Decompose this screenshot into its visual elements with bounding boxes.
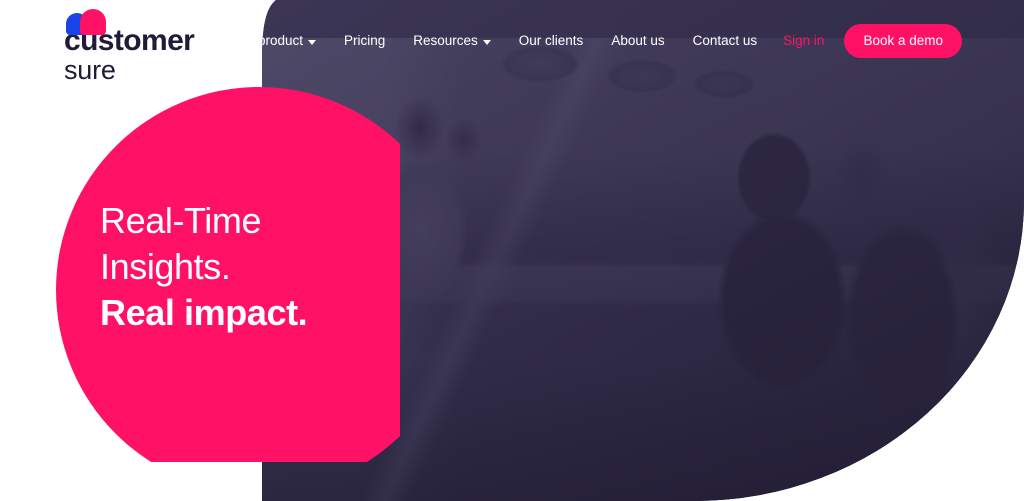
nav-item-pricing[interactable]: Pricing: [330, 34, 399, 48]
hero-section: customer sure Our product Pricing Resour…: [0, 0, 1024, 501]
headline-line-3: Real impact.: [100, 292, 308, 333]
chevron-down-icon: [307, 39, 316, 45]
nav-label: Resources: [413, 33, 478, 49]
nav-item-our-product[interactable]: Our product: [218, 34, 330, 48]
nav-label: Pricing: [343, 33, 386, 49]
nav-label: Contact us: [692, 33, 758, 49]
book-a-demo-button[interactable]: Book a demo: [844, 24, 962, 58]
nav-item-contact-us[interactable]: Contact us: [679, 34, 772, 48]
headline-line-1: Real-Time: [100, 200, 262, 241]
primary-navigation: Our product Pricing Resources Our client…: [218, 24, 962, 58]
logo-pink-shape-icon: [80, 9, 106, 35]
nav-item-about-us[interactable]: About us: [597, 34, 678, 48]
nav-label: Our clients: [518, 33, 584, 49]
nav-item-sign-in[interactable]: Sign in: [771, 34, 836, 48]
hero-headline: Real-Time Insights. Real impact.: [100, 198, 400, 336]
nav-label: Sign in: [783, 33, 825, 49]
logo-wordmark-line2: sure: [64, 54, 116, 85]
headline-line-2: Insights.: [100, 246, 231, 287]
nav-item-resources[interactable]: Resources: [399, 34, 505, 48]
nav-label: Our product: [231, 33, 303, 49]
chevron-down-icon: [482, 39, 491, 45]
nav-item-our-clients[interactable]: Our clients: [505, 34, 598, 48]
nav-label: About us: [611, 33, 665, 49]
site-logo[interactable]: customer sure: [64, 9, 224, 84]
